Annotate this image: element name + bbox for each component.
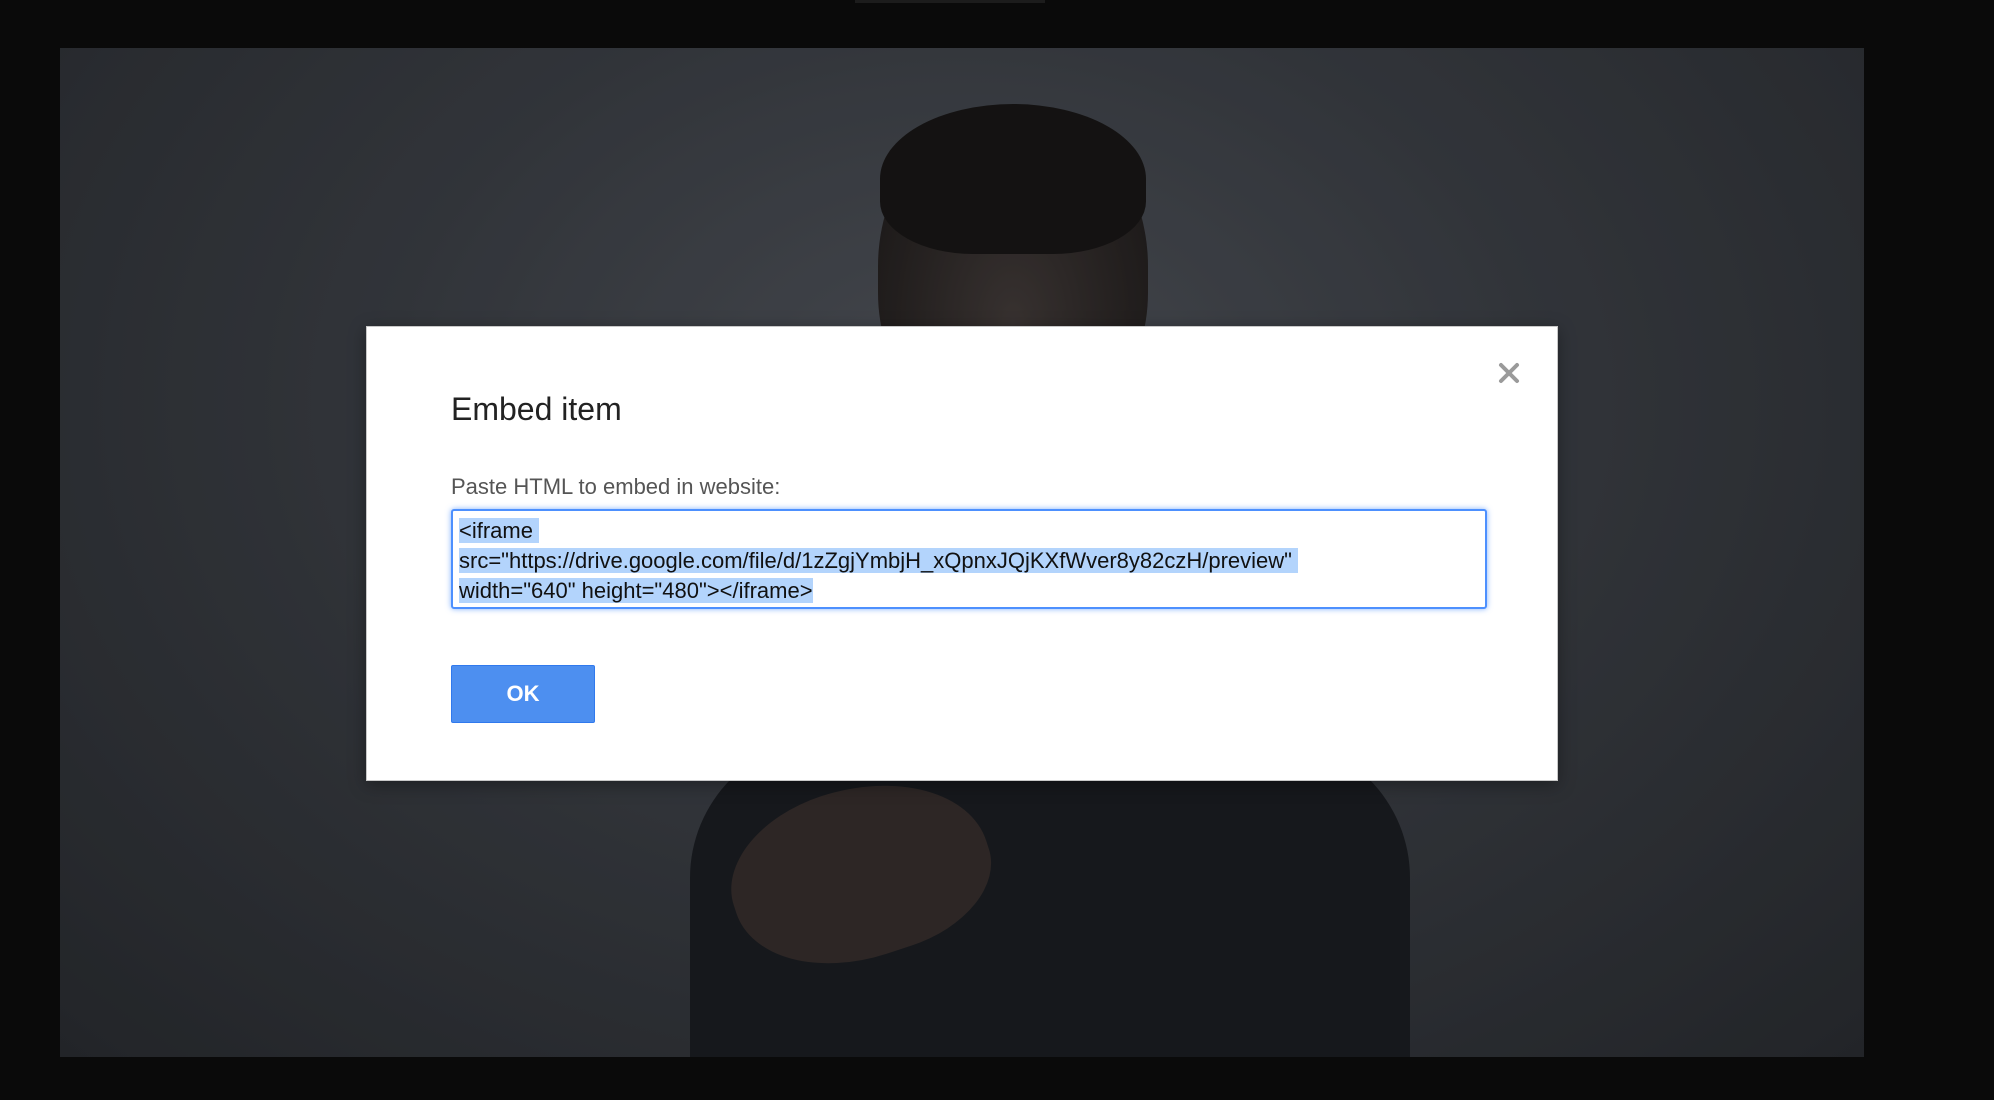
close-icon: [1499, 363, 1519, 383]
embed-code-line: src="https://drive.google.com/file/d/1zZ…: [459, 548, 1299, 573]
embed-dialog: Embed item Paste HTML to embed in websit…: [366, 326, 1558, 781]
embed-field-label: Paste HTML to embed in website:: [451, 474, 781, 499]
embed-code-text: <iframe src="https://drive.google.com/fi…: [459, 516, 1479, 606]
screen: Embed item Paste HTML to embed in websit…: [0, 0, 1994, 1100]
embed-code-line: <iframe: [459, 518, 540, 543]
embed-code-textarea[interactable]: <iframe src="https://drive.google.com/fi…: [451, 509, 1487, 609]
embed-code-line: width="640" height="480"></iframe>: [459, 578, 813, 603]
ok-button[interactable]: OK: [451, 665, 595, 723]
dialog-title: Embed item: [451, 391, 622, 427]
top-notch: [855, 0, 1045, 3]
close-button[interactable]: [1489, 353, 1529, 393]
